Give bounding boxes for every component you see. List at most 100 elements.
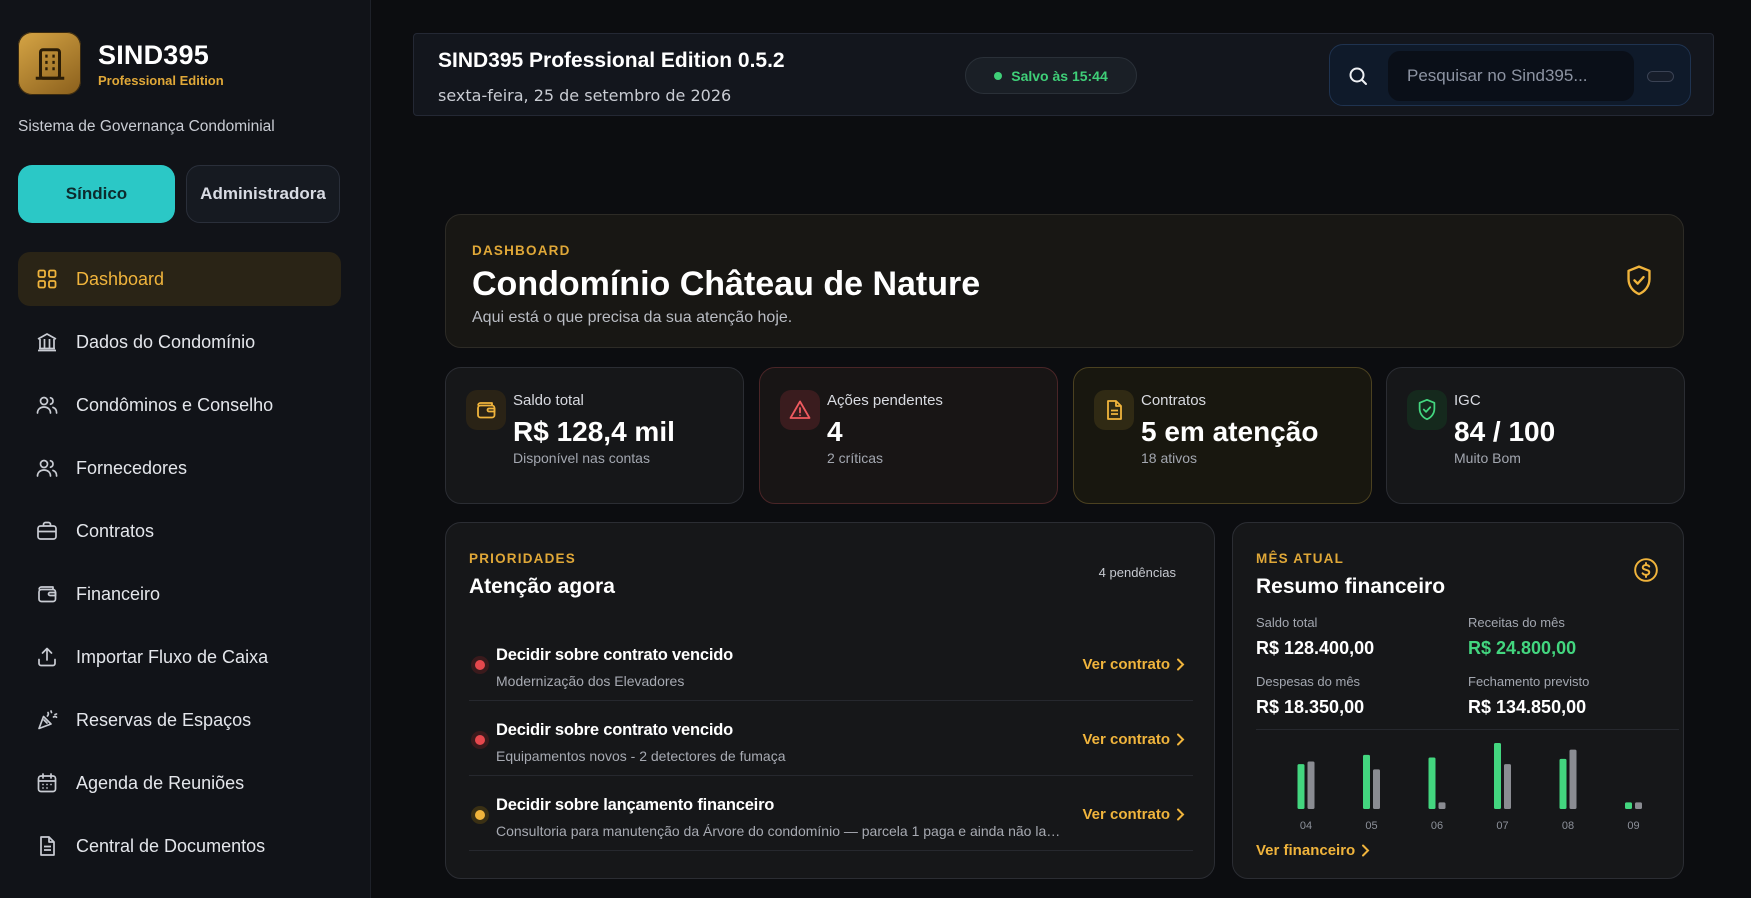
income-bar-04 — [1297, 764, 1305, 809]
kpi-card-contratos[interactable]: Contratos 5 em atenção 18 ativos — [1073, 367, 1372, 504]
kpi-value: 5 em atenção — [1141, 416, 1319, 447]
sidebar-item-label: Reservas de Espaços — [76, 709, 252, 730]
sidebar-item-condominos[interactable]: Condôminos e Conselho — [18, 378, 341, 432]
priority-description: Consultoria para manutenção da Árvore do… — [496, 823, 1064, 839]
chevron-right-icon — [1176, 658, 1185, 671]
sidebar-item-financeiro[interactable]: Financeiro — [18, 567, 341, 621]
sidebar-item-label: Contratos — [76, 520, 155, 541]
role-sindico-button[interactable]: Síndico — [18, 165, 175, 223]
priority-dot-icon — [475, 735, 485, 745]
finance-title: Resumo financeiro — [1256, 575, 1446, 598]
priority-title: Decidir sobre contrato vencido — [496, 646, 733, 664]
top-header: SIND395 Professional Edition 0.5.2 sexta… — [413, 33, 1714, 116]
kpi-label: Ações pendentes — [827, 392, 943, 409]
view-contract-link[interactable]: Ver contrato — [1082, 806, 1185, 823]
link-label: Ver contrato — [1082, 656, 1170, 673]
income-bar-07 — [1494, 743, 1501, 809]
priority-dot-icon — [475, 660, 485, 670]
sidebar-item-contratos[interactable]: Contratos — [18, 504, 341, 558]
expense-bar-06 — [1438, 802, 1446, 809]
briefcase-icon — [35, 519, 59, 543]
sidebar-item-agenda[interactable]: Agenda de Reuniões — [18, 756, 341, 810]
monthly-bar-chart: 04 05 06 07 08 09 — [1297, 743, 1642, 832]
view-finance-link[interactable]: Ver financeiro — [1256, 842, 1370, 859]
priorities-eyebrow: PRIORIDADES — [469, 551, 576, 566]
finance-value: R$ 134.850,00 — [1468, 697, 1587, 717]
search-box — [1329, 44, 1691, 106]
kpi-card-saldo[interactable]: Saldo total R$ 128,4 mil Disponível nas … — [445, 367, 744, 504]
sidebar-item-dashboard[interactable]: Dashboard — [18, 252, 341, 306]
sidebar-item-fornecedores[interactable]: Fornecedores — [18, 441, 341, 495]
save-status-badge: Salvo às 15:44 — [965, 57, 1137, 94]
brand-name: SIND395 — [98, 39, 209, 70]
document-icon — [35, 834, 59, 858]
kpi-subtext: 18 ativos — [1141, 450, 1198, 466]
sidebar: SIND395 Professional Edition Sistema de … — [0, 0, 371, 898]
wallet-icon — [466, 390, 506, 430]
finance-saldo: Saldo total R$ 128.400,00 — [1256, 615, 1466, 659]
sidebar-item-label: Financeiro — [76, 583, 161, 604]
finance-value: R$ 24.800,00 — [1468, 638, 1577, 658]
sidebar-item-label: Dashboard — [76, 268, 165, 289]
dollar-circle-icon — [1633, 557, 1659, 583]
brand-edition: Professional Edition — [98, 72, 224, 88]
role-switch: Síndico Administradora — [18, 165, 340, 223]
kpi-card-igc[interactable]: IGC 84 / 100 Muito Bom — [1386, 367, 1685, 504]
sidebar-item-label: Condôminos e Conselho — [76, 394, 274, 415]
brand: SIND395 Professional Edition — [18, 32, 224, 95]
sidebar-item-dados-condominio[interactable]: Dados do Condomínio — [18, 315, 341, 369]
chevron-right-icon — [1176, 808, 1185, 821]
kpi-card-acoes-pendentes[interactable]: Ações pendentes 4 2 críticas — [759, 367, 1058, 504]
building-logo-icon — [18, 32, 81, 95]
priority-item: Decidir sobre contrato vencido Equipamen… — [469, 701, 1193, 776]
link-label: Ver financeiro — [1256, 842, 1356, 859]
expense-bar-08 — [1569, 749, 1577, 809]
sidebar-item-documentos[interactable]: Central de Documentos — [18, 819, 341, 873]
current-date: sexta-feira, 25 de setembro de 2026 — [438, 86, 732, 105]
role-administradora-button[interactable]: Administradora — [186, 165, 340, 223]
expense-bar-04 — [1307, 761, 1315, 809]
save-status-text: Salvo às 15:44 — [1011, 67, 1108, 84]
finance-fechamento: Fechamento previsto R$ 134.850,00 — [1468, 674, 1678, 718]
view-contract-link[interactable]: Ver contrato — [1082, 656, 1185, 673]
shield-check-icon — [1407, 390, 1447, 430]
sidebar-item-reservas[interactable]: Reservas de Espaços — [18, 693, 341, 747]
finance-label: Saldo total — [1256, 615, 1318, 630]
expense-bar-09 — [1635, 802, 1642, 809]
pending-count: 4 pendências — [1098, 565, 1176, 580]
kpi-label: Contratos — [1141, 392, 1207, 409]
expense-bar-05 — [1373, 769, 1380, 809]
grid-icon — [35, 267, 59, 291]
search-icon[interactable] — [1346, 64, 1370, 88]
sidebar-item-label: Central de Documentos — [76, 835, 266, 856]
sidebar-item-label: Fornecedores — [76, 457, 188, 478]
finance-label: Despesas do mês — [1256, 674, 1361, 689]
income-bar-05 — [1363, 754, 1370, 809]
warning-icon — [780, 390, 820, 430]
finance-summary-card: MÊS ATUAL Resumo financeiro Saldo total … — [1232, 522, 1684, 879]
link-label: Ver contrato — [1082, 731, 1170, 748]
calendar-icon — [35, 771, 59, 795]
priorities-card: PRIORIDADES Atenção agora 4 pendências D… — [445, 522, 1215, 879]
x-tick-label: 06 — [1431, 820, 1443, 832]
users-icon — [35, 456, 59, 480]
sidebar-item-importar-fluxo[interactable]: Importar Fluxo de Caixa — [18, 630, 341, 684]
party-icon — [35, 708, 59, 732]
chevron-right-icon — [1361, 844, 1370, 857]
view-contract-link[interactable]: Ver contrato — [1082, 731, 1185, 748]
x-tick-label: 09 — [1627, 820, 1639, 832]
priority-item: Decidir sobre contrato vencido Moderniza… — [469, 626, 1193, 701]
link-label: Ver contrato — [1082, 806, 1170, 823]
sidebar-nav: Dashboard Dados do Condomínio Condôminos… — [18, 252, 341, 882]
priority-dot-icon — [475, 810, 485, 820]
page-subtitle: Aqui está o que precisa da sua atenção h… — [472, 309, 793, 326]
finance-value: R$ 18.350,00 — [1256, 697, 1365, 717]
search-input[interactable] — [1388, 51, 1634, 101]
priority-item: Decidir sobre lançamento financeiro Cons… — [469, 776, 1193, 851]
app-title: SIND395 Professional Edition 0.5.2 — [438, 49, 785, 72]
kpi-label: IGC — [1454, 392, 1481, 409]
chevron-right-icon — [1176, 733, 1185, 746]
sidebar-item-label: Importar Fluxo de Caixa — [76, 646, 269, 667]
kpi-subtext: Disponível nas contas — [513, 450, 650, 466]
kpi-value: R$ 128,4 mil — [513, 416, 675, 447]
